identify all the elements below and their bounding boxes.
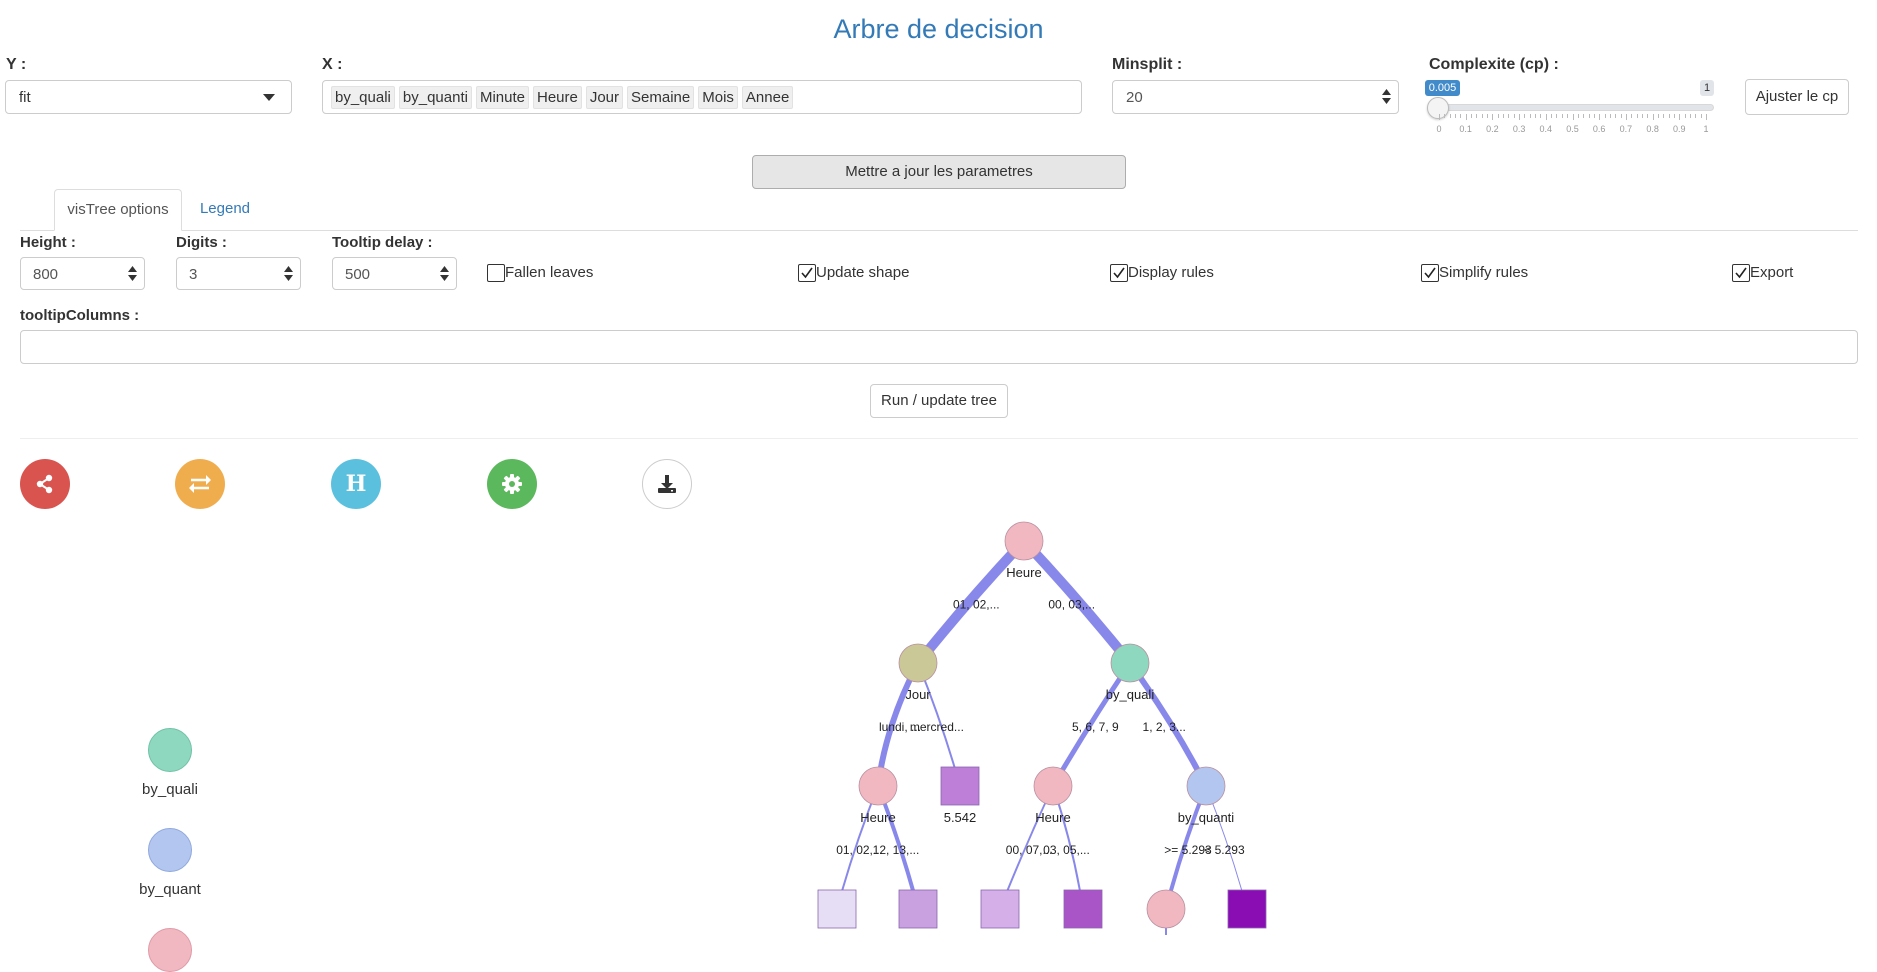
tree-leaf-node[interactable] [1063, 889, 1103, 929]
tree-edge-label: 5, 6, 7, 9 [1072, 720, 1119, 734]
tree-node-label: Heure [1035, 810, 1070, 825]
tree-split-node[interactable] [1110, 643, 1150, 683]
tree-edge-label: 01, 02,... [953, 597, 1000, 611]
tree-edge-label: < 5.293 [1204, 843, 1245, 857]
decision-tree[interactable]: 01, 02,... 00, 03,...lundi, ...mercred...… [0, 0, 1877, 935]
tree-split-node[interactable] [1033, 766, 1073, 806]
tree-leaf-node[interactable] [980, 889, 1020, 929]
tree-node-label: by_quali [1106, 687, 1155, 702]
tree-leaf-node[interactable] [898, 889, 938, 929]
tree-node-label: 5.542 [944, 810, 977, 825]
tree-split-node[interactable] [1004, 521, 1044, 561]
tree-edge-label: mercred... [910, 720, 964, 734]
tree-split-node[interactable] [858, 766, 898, 806]
tree-split-node[interactable] [898, 643, 938, 683]
tree-leaf-node[interactable] [940, 766, 980, 806]
tree-node-label: Jour [905, 687, 931, 702]
tree-split-node[interactable] [1186, 766, 1226, 806]
tree-leaf-node[interactable] [817, 889, 857, 929]
tree-node-label: Heure [860, 810, 895, 825]
tree-node-label: by_quanti [1178, 810, 1234, 825]
tree-node-label: Heure [1006, 565, 1041, 580]
tree-edge-label: 03, 05,... [1043, 843, 1090, 857]
tree-edge-label: 00, 03,... [1048, 597, 1095, 611]
tree-edge-label: 1, 2, 3... [1143, 720, 1186, 734]
tree-edge-label: 12, 13,... [873, 843, 920, 857]
tree-leaf-node[interactable] [1227, 889, 1267, 929]
tree-split-node[interactable] [1146, 889, 1186, 929]
